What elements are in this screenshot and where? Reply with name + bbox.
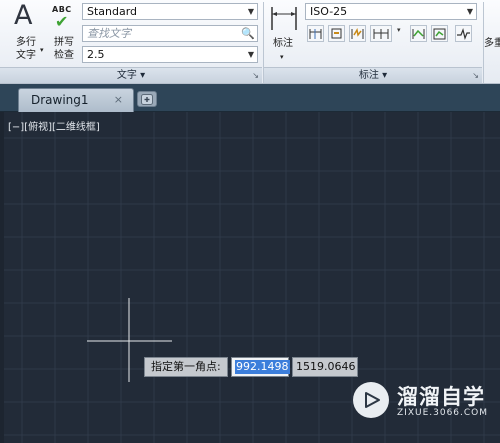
dialog-launcher-icon[interactable]: ↘ [252, 68, 259, 83]
x-coordinate-input[interactable]: 992.1498 [231, 357, 290, 377]
multiline-text-label-2: 文字 [16, 50, 36, 61]
close-icon[interactable]: × [114, 93, 123, 106]
dimension-space-icon [373, 29, 389, 39]
dimension-panel-title-bar[interactable]: 标注 ▾ ↘ [264, 67, 482, 83]
baseline-dimension-icon [351, 27, 364, 39]
drawing-canvas[interactable]: [−][俯视][二维线框] 指定第一角点: 992.1498 1519.0646… [4, 112, 500, 443]
baseline-dimension-tool[interactable] [349, 25, 366, 42]
tab-drawing1-label: Drawing1 [31, 93, 89, 107]
dimension-space-tool[interactable] [370, 25, 392, 42]
spellcheck-label-2: 检查 [54, 50, 74, 61]
dimension-style-dropdown[interactable]: ISO-25 ▼ [305, 3, 477, 20]
multileader-button-label[interactable]: 多重 [484, 38, 500, 50]
jogged-linear-icon [457, 28, 470, 40]
find-text-placeholder: 查找文字 [87, 27, 131, 40]
find-text-input[interactable]: 查找文字 🔍 [82, 25, 258, 42]
continue-dimension-icon [331, 28, 342, 39]
watermark-url: ZIXUE.3066.COM [397, 408, 489, 418]
ribbon: A 多行 文字 ▾ ABC ✔ 拼写 检查 Standard ▼ 查找文字 🔍 … [0, 0, 500, 84]
text-a-icon: A [14, 0, 33, 31]
chevron-down-icon[interactable]: ▾ [397, 26, 401, 34]
text-style-value: Standard [87, 5, 138, 18]
dimension-update-tool[interactable] [431, 25, 448, 42]
continue-dimension-tool[interactable] [328, 25, 345, 42]
text-panel-title-bar[interactable]: 文字 ▾ ↘ [0, 67, 262, 83]
chevron-down-icon: ▾ [280, 53, 284, 61]
jogged-linear-tool[interactable] [455, 25, 472, 42]
chevron-down-icon: ▼ [247, 50, 254, 59]
x-coordinate-value: 992.1498 [235, 360, 290, 374]
dimension-style-value: ISO-25 [310, 5, 348, 18]
file-tab-bar: Drawing1 × [0, 84, 500, 112]
text-height-dropdown[interactable]: 2.5 ▼ [82, 46, 258, 63]
new-drawing-tab-button[interactable] [137, 91, 157, 107]
checkmark-icon: ✔ [55, 12, 69, 31]
play-icon [365, 392, 380, 408]
dimension-break-icon [412, 29, 425, 39]
dynamic-input-prompt: 指定第一角点: [144, 357, 228, 377]
text-height-value: 2.5 [87, 48, 105, 61]
plus-icon [141, 94, 153, 105]
watermark-logo: 溜溜自学 ZIXUE.3066.COM [353, 377, 487, 423]
multiline-text-label-1: 多行 [16, 37, 36, 48]
linear-dimension-icon [271, 7, 297, 30]
text-panel-title: 文字 [116, 70, 137, 81]
dialog-launcher-icon[interactable]: ↘ [472, 68, 479, 83]
spellcheck-label-1: 拼写 [54, 37, 74, 48]
watermark-title: 溜溜自学 [397, 385, 485, 409]
panel-expand-icon: ▾ [382, 70, 388, 81]
chevron-down-icon: ▾ [40, 46, 44, 54]
tab-drawing1[interactable]: Drawing1 × [18, 88, 134, 112]
dimension-panel-title: 标注 [358, 70, 379, 81]
chevron-down-icon: ▼ [247, 7, 254, 16]
play-logo-icon [353, 382, 389, 418]
y-coordinate-input[interactable]: 1519.0646 [292, 357, 358, 377]
panel-expand-icon: ▾ [140, 70, 146, 81]
dimension-button-label: 标注 [273, 38, 293, 49]
quick-dimension-tool[interactable] [307, 25, 324, 42]
text-style-dropdown[interactable]: Standard ▼ [82, 3, 258, 20]
find-replace-icon[interactable]: 🔍 [241, 26, 255, 41]
dimension-update-icon [433, 28, 446, 40]
quick-dimension-icon [309, 29, 322, 39]
dimension-break-tool[interactable] [410, 25, 427, 42]
chevron-down-icon: ▼ [466, 7, 473, 16]
